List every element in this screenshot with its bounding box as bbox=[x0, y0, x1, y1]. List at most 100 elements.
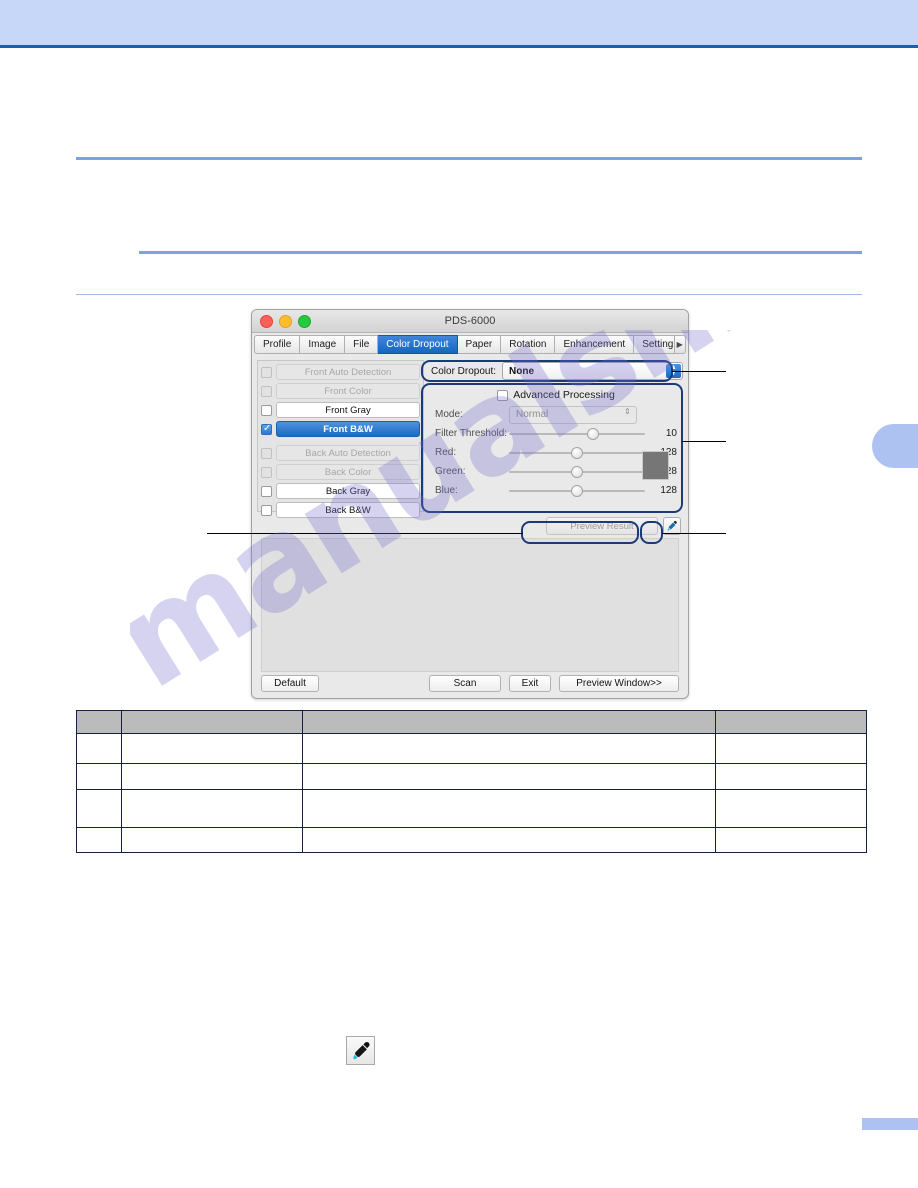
table-cell bbox=[302, 827, 716, 853]
eyedropper-icon[interactable] bbox=[663, 516, 681, 535]
checkbox-front-color[interactable] bbox=[261, 385, 272, 397]
green-slider[interactable] bbox=[509, 465, 645, 478]
exit-button[interactable]: Exit bbox=[509, 674, 551, 692]
table-cell bbox=[76, 789, 122, 828]
slider-thumb[interactable] bbox=[571, 485, 583, 497]
table-cell bbox=[121, 763, 303, 790]
table-cell bbox=[121, 827, 303, 853]
filter-threshold-value: 10 bbox=[665, 428, 677, 439]
tab-paper[interactable]: Paper bbox=[457, 335, 502, 354]
sidebar-item-label: Front Gray bbox=[276, 402, 420, 418]
eyedropper-icon bbox=[346, 1036, 375, 1065]
advanced-processing-label: Advanced Processing bbox=[513, 389, 615, 401]
green-row: Green: 128 bbox=[435, 463, 677, 480]
checkbox-back-color[interactable] bbox=[261, 466, 272, 478]
color-dropout-value: None bbox=[509, 365, 535, 377]
table-header-cell bbox=[121, 710, 303, 734]
tab-rotation[interactable]: Rotation bbox=[501, 335, 556, 354]
slider-thumb[interactable] bbox=[571, 447, 583, 459]
red-slider[interactable] bbox=[509, 446, 645, 459]
color-dropout-select[interactable]: None ▲ ▼ bbox=[502, 362, 683, 380]
table-cell bbox=[76, 763, 122, 790]
table-row bbox=[76, 733, 867, 764]
mode-label: Mode: bbox=[435, 409, 463, 420]
sidebar-item-label: Back Color bbox=[276, 464, 420, 480]
scan-button[interactable]: Scan bbox=[429, 674, 501, 692]
callout-leader-dropout bbox=[672, 371, 726, 372]
tab-setting[interactable]: Setting bbox=[634, 335, 675, 354]
list-item[interactable]: Back B&W bbox=[261, 502, 420, 518]
table-header-cell bbox=[76, 710, 122, 734]
sidebar-item-label: Front Color bbox=[276, 383, 420, 399]
red-row: Red: 128 bbox=[435, 444, 677, 461]
table-row bbox=[76, 827, 867, 853]
mode-select[interactable]: Normal ⇕ bbox=[509, 405, 637, 424]
tab-color-dropout[interactable]: Color Dropout bbox=[378, 335, 458, 354]
scan-source-list: Front Auto Detection Front Color Front G… bbox=[257, 360, 424, 518]
scan-preview-area[interactable] bbox=[261, 538, 679, 672]
checkbox-front-bw[interactable] bbox=[261, 423, 272, 435]
tab-profile[interactable]: Profile bbox=[254, 335, 301, 354]
table-row bbox=[76, 789, 867, 828]
dialog-button-bar: Default Scan Exit Preview Window>> bbox=[252, 668, 688, 698]
blue-row: Blue: 128 bbox=[435, 482, 677, 499]
filter-threshold-row: Filter Threshold: 10 bbox=[435, 425, 677, 442]
scanner-driver-window: PDS-6000 Profile Image File Color Dropou… bbox=[251, 309, 689, 699]
blue-value: 128 bbox=[660, 485, 677, 496]
list-item[interactable]: Back Auto Detection bbox=[261, 445, 420, 461]
advanced-processing-row[interactable]: Advanced Processing bbox=[435, 389, 677, 401]
checkbox-back-bw[interactable] bbox=[261, 504, 272, 516]
tab-image[interactable]: Image bbox=[300, 335, 346, 354]
section-rule-thin bbox=[76, 294, 862, 295]
dropout-color-swatch bbox=[642, 451, 669, 480]
red-label: Red: bbox=[435, 447, 457, 458]
list-item[interactable]: Front Gray bbox=[261, 402, 420, 418]
checkbox-back-auto-detection[interactable] bbox=[261, 447, 272, 459]
slider-thumb[interactable] bbox=[571, 466, 583, 478]
checkbox-advanced-processing[interactable] bbox=[497, 389, 509, 401]
table-cell bbox=[121, 789, 303, 828]
preview-result-button[interactable]: Preview Result bbox=[546, 516, 658, 535]
callout-leader-advanced bbox=[682, 441, 726, 442]
blue-slider[interactable] bbox=[509, 484, 645, 497]
chevron-right-icon[interactable]: ▶ bbox=[674, 335, 686, 354]
list-item[interactable]: Back Color bbox=[261, 464, 420, 480]
window-title-bar: PDS-6000 bbox=[252, 310, 688, 333]
table-cell bbox=[715, 789, 867, 828]
checkbox-front-auto-detection[interactable] bbox=[261, 366, 272, 378]
table-cell bbox=[121, 733, 303, 764]
list-item[interactable]: Front B&W bbox=[261, 421, 420, 437]
table-cell bbox=[76, 827, 122, 853]
list-item[interactable]: Back Gray bbox=[261, 483, 420, 499]
list-item[interactable]: Front Auto Detection bbox=[261, 364, 420, 380]
callout-leader-preview bbox=[207, 533, 523, 534]
checkbox-back-gray[interactable] bbox=[261, 485, 272, 497]
window-title: PDS-6000 bbox=[444, 315, 496, 327]
blue-label: Blue: bbox=[435, 485, 458, 496]
table-cell bbox=[715, 763, 867, 790]
mode-value: Normal bbox=[516, 409, 549, 420]
checkbox-front-gray[interactable] bbox=[261, 404, 272, 416]
reference-table bbox=[76, 710, 867, 853]
color-dropout-row: Color Dropout: None ▲ ▼ bbox=[431, 362, 683, 380]
sidebar-item-label: Back Auto Detection bbox=[276, 445, 420, 461]
tab-enhancement[interactable]: Enhancement bbox=[555, 335, 635, 354]
section-rule-secondary bbox=[139, 251, 862, 254]
page-header-band bbox=[0, 0, 918, 48]
side-chapter-tab bbox=[872, 424, 918, 468]
callout-leader-picker bbox=[662, 533, 726, 534]
list-item[interactable]: Front Color bbox=[261, 383, 420, 399]
tab-bar: Profile Image File Color Dropout Paper R… bbox=[252, 333, 688, 354]
slider-thumb[interactable] bbox=[587, 428, 600, 440]
default-button[interactable]: Default bbox=[261, 674, 319, 692]
color-dropout-label: Color Dropout: bbox=[431, 365, 497, 377]
filter-threshold-slider[interactable] bbox=[509, 427, 645, 440]
table-cell bbox=[715, 827, 867, 853]
green-label: Green: bbox=[435, 466, 466, 477]
table-cell bbox=[302, 733, 716, 764]
table-cell bbox=[302, 789, 716, 828]
tab-file[interactable]: File bbox=[345, 335, 379, 354]
table-header-cell bbox=[302, 710, 716, 734]
slider-track bbox=[509, 433, 645, 435]
preview-window-button[interactable]: Preview Window>> bbox=[559, 674, 679, 692]
